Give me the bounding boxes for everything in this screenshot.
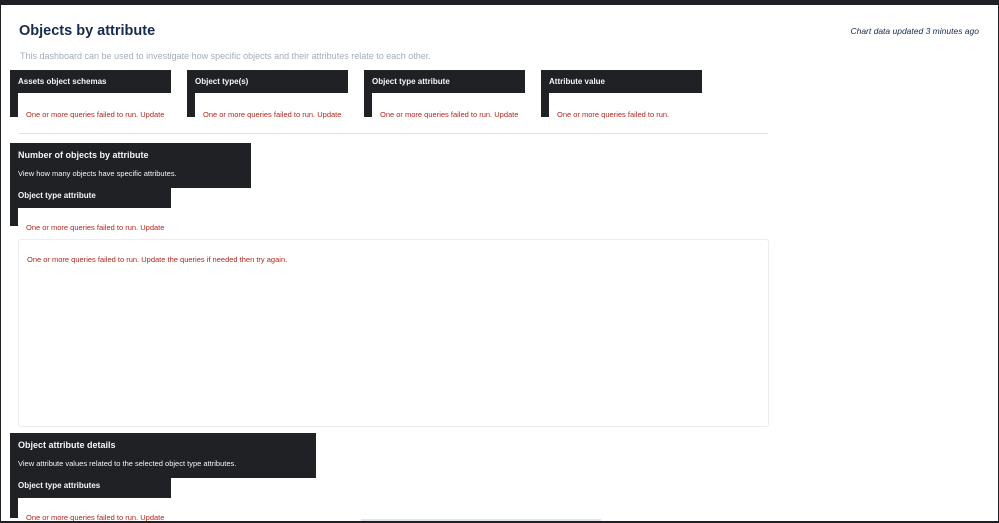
filter-label: Attribute value	[549, 77, 606, 86]
update-link[interactable]: Update	[140, 513, 164, 521]
section-header-object-attribute-details: Object attribute details View attribute …	[10, 433, 316, 478]
section-title: Number of objects by attribute	[18, 150, 149, 160]
section-description: View how many objects have specific attr…	[18, 169, 177, 178]
filter-indicator	[10, 93, 18, 117]
filter-label: Assets object schemas	[18, 77, 107, 86]
filter-object-type-attribute[interactable]: Object type attribute	[364, 70, 525, 93]
filter-indicator	[10, 498, 18, 518]
filter-object-types[interactable]: Object type(s)	[187, 70, 348, 93]
filter-error-message: One or more queries failed to run.	[557, 110, 670, 119]
update-link[interactable]: Update	[141, 255, 165, 264]
chart-error-message: One or more queries failed to run. Updat…	[27, 255, 288, 264]
filter-indicator	[541, 93, 549, 117]
filter-object-type-attributes[interactable]: Object type attributes	[10, 478, 171, 498]
filter-attribute-value[interactable]: Attribute value	[541, 70, 702, 93]
update-link[interactable]: Update	[140, 110, 164, 119]
filter-indicator	[10, 208, 18, 226]
update-link[interactable]: Update	[140, 223, 164, 232]
filter-error-message: One or more queries failed to run. Updat…	[26, 223, 165, 232]
filter-label: Object type attribute	[18, 191, 96, 200]
chart-panel: One or more queries failed to run. Updat…	[18, 239, 769, 427]
section-header-objects-by-attribute: Number of objects by attribute View how …	[10, 143, 251, 188]
section-divider	[19, 133, 768, 134]
page-title: Objects by attribute	[19, 23, 156, 39]
filter-object-type-attribute[interactable]: Object type attribute	[10, 188, 171, 208]
filter-indicator	[364, 93, 372, 117]
filter-indicator	[187, 93, 195, 117]
filter-error-message: One or more queries failed to run. Updat…	[26, 110, 165, 119]
filter-label: Object type attributes	[18, 481, 101, 490]
filter-error-message: One or more queries failed to run. Updat…	[380, 110, 519, 119]
filter-label: Object type(s)	[195, 77, 249, 86]
filter-error-message: One or more queries failed to run. Updat…	[203, 110, 342, 119]
filter-assets-object-schemas[interactable]: Assets object schemas	[10, 70, 171, 93]
update-link[interactable]: Update	[494, 110, 518, 119]
dock-edge	[361, 519, 601, 521]
page-description: This dashboard can be used to investigat…	[20, 51, 431, 61]
dashboard-page: Objects by attribute Chart data updated …	[0, 5, 999, 523]
filter-label: Object type attribute	[372, 77, 450, 86]
update-link[interactable]: Update	[317, 110, 341, 119]
filter-error-message: One or more queries failed to run. Updat…	[26, 513, 165, 522]
chart-updated-status: Chart data updated 3 minutes ago	[850, 26, 979, 36]
section-description: View attribute values related to the sel…	[18, 459, 237, 468]
section-title: Object attribute details	[18, 440, 116, 450]
